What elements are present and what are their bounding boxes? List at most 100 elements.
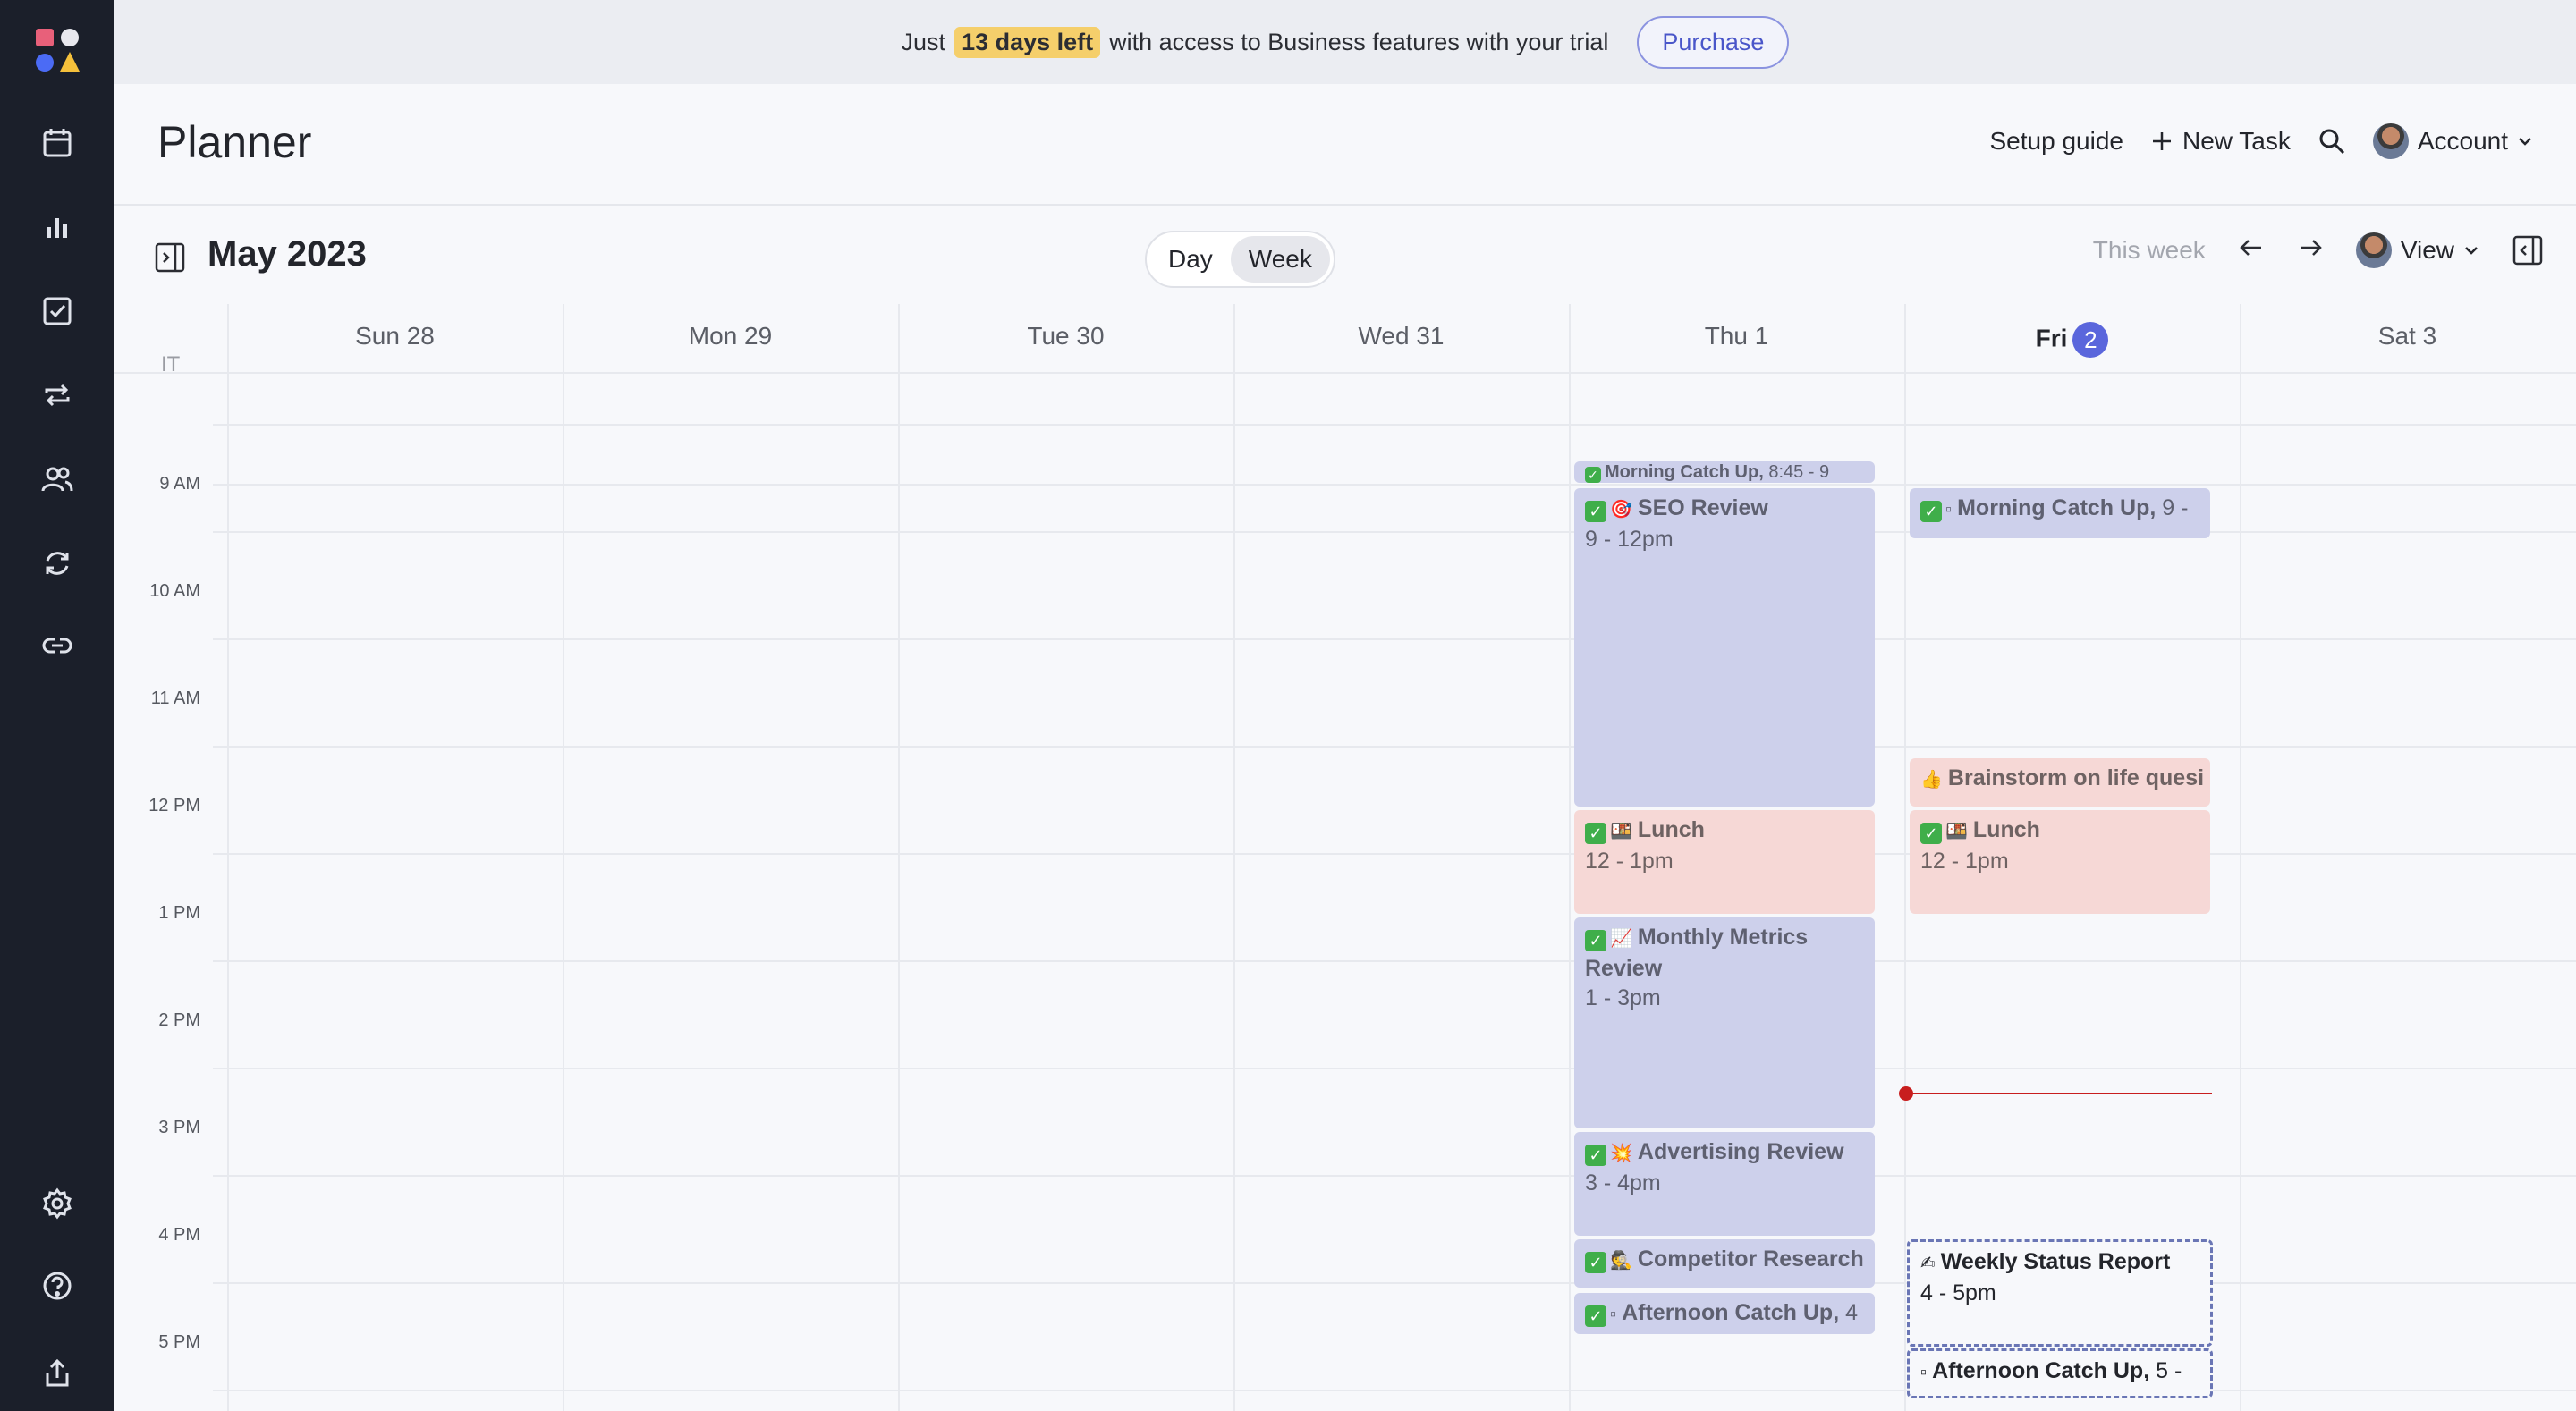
- page-title: Planner: [157, 117, 312, 167]
- event-fri-lunch[interactable]: ✓ 🍱 Lunch 12 - 1pm: [1910, 810, 2210, 914]
- avatar: [2372, 123, 2409, 159]
- writing-hand-icon: ✍: [1920, 1254, 1936, 1273]
- check-icon: ✓: [1585, 1252, 1606, 1273]
- event-thu-lunch[interactable]: ✓ 🍱 Lunch 12 - 1pm: [1574, 810, 1875, 914]
- event-thu-monthly-metrics[interactable]: ✓ 📈 Monthly Metrics Review 1 - 3pm: [1574, 917, 1875, 1128]
- hour-line: [213, 1390, 2576, 1391]
- hour-line: [213, 1282, 2576, 1284]
- toggle-week[interactable]: Week: [1230, 236, 1330, 283]
- sidebar-item-sync[interactable]: [30, 537, 84, 590]
- hour-line: [213, 960, 2576, 962]
- hour-line: [213, 746, 2576, 748]
- event-fri-afternoon-catch-up[interactable]: ▫ Afternoon Catch Up, 5 -: [1907, 1348, 2213, 1398]
- toggle-day[interactable]: Day: [1150, 236, 1231, 283]
- checkbox-icon: [43, 297, 72, 325]
- day-header-fri[interactable]: Fri 2: [1904, 322, 2240, 358]
- prev-week-button[interactable]: [2238, 234, 2265, 267]
- check-icon: ✓: [1585, 1305, 1606, 1327]
- column-divider: [1904, 304, 1906, 1411]
- hour-line: [213, 638, 2576, 640]
- detective-icon: 🕵: [1610, 1251, 1632, 1271]
- sidebar-item-help[interactable]: [30, 1259, 84, 1313]
- header-actions: Setup guide New Task Account: [1990, 123, 2534, 159]
- setup-guide-button[interactable]: Setup guide: [1990, 127, 2123, 156]
- search-button[interactable]: [2318, 127, 2346, 156]
- pin-icon: ▫: [1945, 500, 1953, 520]
- new-task-button[interactable]: New Task: [2150, 127, 2291, 156]
- sidebar-item-integrations[interactable]: [30, 619, 84, 672]
- day-header-thu[interactable]: Thu 1: [1569, 322, 1904, 351]
- view-toggle: Day Week: [1145, 231, 1335, 288]
- hour-label-5pm: 5 PM: [158, 1332, 200, 1352]
- days-left-highlight: 13 days left: [954, 26, 1101, 58]
- event-thu-afternoon-catch-up[interactable]: ✓ ▫ Afternoon Catch Up, 4: [1574, 1293, 1875, 1334]
- event-fri-brainstorm[interactable]: 👍 Brainstorm on life quesi: [1910, 758, 2210, 807]
- week-grid: IT Sun 28 Mon 29 Tue 30 Wed 31 Thu 1 Fri…: [114, 304, 2576, 1411]
- day-header-sun[interactable]: Sun 28: [227, 322, 563, 351]
- check-icon: ✓: [1585, 501, 1606, 522]
- sidebar-item-share[interactable]: [30, 1347, 84, 1400]
- today-badge: 2: [2072, 322, 2109, 358]
- sidebar-item-settings[interactable]: [30, 1177, 84, 1230]
- pin-icon: ▫: [1610, 1305, 1617, 1324]
- view-label: View: [2400, 236, 2454, 264]
- account-label: Account: [2417, 127, 2508, 155]
- column-divider: [1569, 304, 1571, 1411]
- pin-icon: ▫: [1920, 1363, 1928, 1382]
- sidebar-item-recurring[interactable]: [30, 368, 84, 422]
- hour-label-12pm: 12 PM: [148, 796, 200, 815]
- collapse-right-panel-icon[interactable]: [2512, 234, 2544, 266]
- this-week-button[interactable]: This week: [2093, 236, 2206, 265]
- account-menu[interactable]: Account: [2372, 123, 2533, 159]
- setup-guide-label: Setup guide: [1989, 127, 2123, 155]
- thumbs-up-icon: 👍: [1920, 770, 1943, 790]
- event-thu-advertising-review[interactable]: ✓ 💥 Advertising Review 3 - 4pm: [1574, 1132, 1875, 1236]
- new-task-label: New Task: [2182, 127, 2291, 155]
- chevron-down-icon: [2465, 247, 2478, 255]
- day-header-sat[interactable]: Sat 3: [2240, 322, 2575, 351]
- day-header-tue[interactable]: Tue 30: [898, 322, 1233, 351]
- repeat-icon: [45, 384, 70, 407]
- hour-line: [213, 1175, 2576, 1177]
- users-icon: [41, 467, 73, 492]
- day-header-mon[interactable]: Mon 29: [563, 322, 898, 351]
- day-header-wed[interactable]: Wed 31: [1233, 322, 1569, 351]
- collapse-sidebar-icon[interactable]: [154, 241, 186, 274]
- event-thu-competitor-research[interactable]: ✓ 🕵 Competitor Research: [1574, 1239, 1875, 1288]
- arrow-left-icon: [2240, 239, 2261, 256]
- page-header: Planner Setup guide New Task Account: [114, 84, 2576, 206]
- sidebar-item-calendar[interactable]: [30, 116, 84, 170]
- current-time-line: [1906, 1093, 2212, 1094]
- sync-icon: [46, 552, 69, 575]
- calendar-icon: [43, 129, 72, 157]
- chart-icon: 📈: [1610, 929, 1632, 949]
- event-thu-seo-review[interactable]: ✓ 🎯 SEO Review 9 - 12pm: [1574, 488, 1875, 807]
- column-divider: [563, 304, 564, 1411]
- chevron-down-icon: [2519, 138, 2531, 146]
- day-header-fri-label: Fri: [2035, 324, 2068, 352]
- event-fri-morning-catch-up[interactable]: ✓ ▫ Morning Catch Up, 9 -: [1910, 488, 2210, 538]
- hour-line: [213, 424, 2576, 426]
- sidebar-item-team[interactable]: [30, 452, 84, 506]
- next-week-button[interactable]: [2297, 234, 2324, 267]
- lunch-icon: 🍱: [1945, 822, 1968, 841]
- hour-line: [213, 531, 2576, 533]
- plus-icon: [2152, 132, 2171, 150]
- view-menu[interactable]: View: [2355, 232, 2479, 268]
- hour-label-9am: 9 AM: [159, 474, 200, 494]
- sidebar-item-analytics[interactable]: [30, 200, 84, 254]
- spark-icon: 💥: [1610, 1144, 1632, 1163]
- banner-suffix: with access to Business features with yo…: [1109, 28, 1609, 55]
- calendar-toolbar: May 2023 Day Week This week View: [114, 206, 2576, 304]
- app-logo-icon[interactable]: [34, 27, 80, 73]
- hour-label-10am: 10 AM: [149, 581, 200, 601]
- purchase-button[interactable]: Purchase: [1637, 15, 1790, 69]
- event-thu-morning-catch-up[interactable]: ✓ Morning Catch Up, 8:45 - 9: [1574, 461, 1875, 483]
- search-icon: [2319, 129, 2344, 155]
- hour-label-2pm: 2 PM: [158, 1010, 200, 1030]
- arrow-right-icon: [2300, 239, 2322, 256]
- share-icon: [46, 1358, 69, 1387]
- hour-label-11am: 11 AM: [150, 689, 200, 708]
- event-fri-weekly-status-report[interactable]: ✍ Weekly Status Report 4 - 5pm: [1907, 1239, 2213, 1347]
- sidebar-item-tasks[interactable]: [30, 284, 84, 338]
